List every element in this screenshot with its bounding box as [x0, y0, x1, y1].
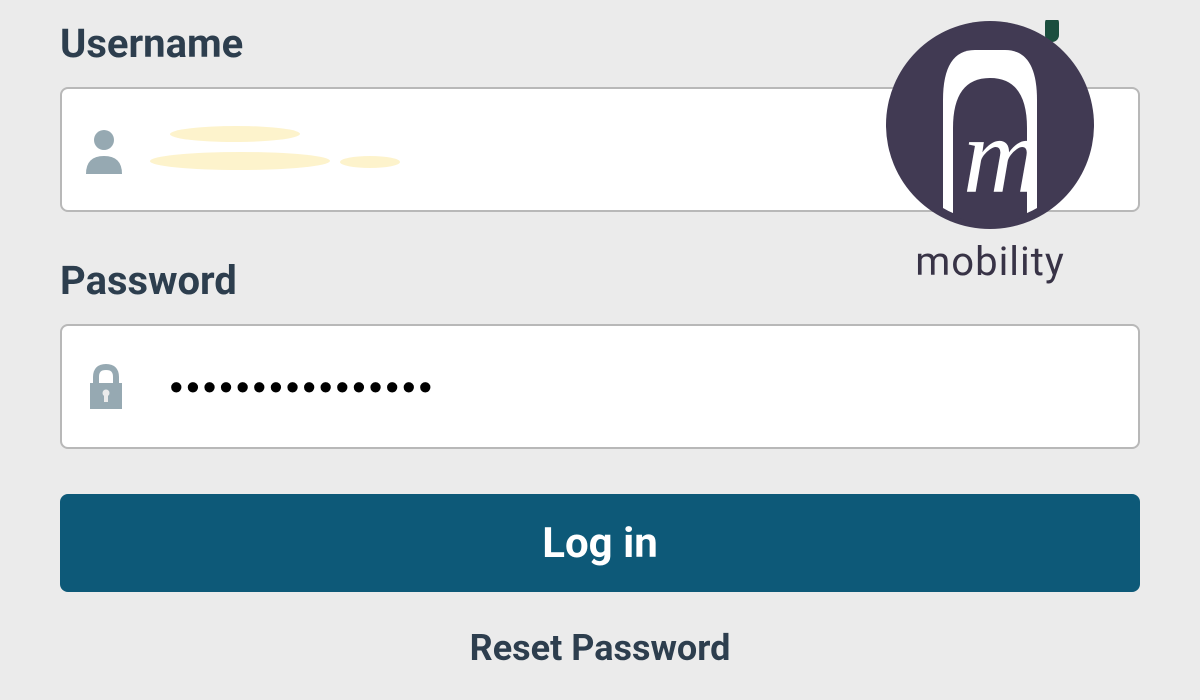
- user-icon: [82, 126, 130, 174]
- lock-icon: [82, 363, 130, 411]
- reset-password-link[interactable]: Reset Password: [60, 627, 1140, 669]
- password-masked-value: ••••••••••••••••: [170, 366, 436, 408]
- login-button[interactable]: Log in: [60, 494, 1140, 592]
- password-input-group[interactable]: ••••••••••••••••: [60, 324, 1140, 449]
- brand-logo-text: mobility: [885, 238, 1095, 285]
- svg-text:m: m: [963, 97, 1041, 216]
- mobility-logo-icon: m: [885, 20, 1095, 230]
- brand-logo: m mobility: [885, 20, 1095, 285]
- username-value-redacted: [170, 120, 410, 180]
